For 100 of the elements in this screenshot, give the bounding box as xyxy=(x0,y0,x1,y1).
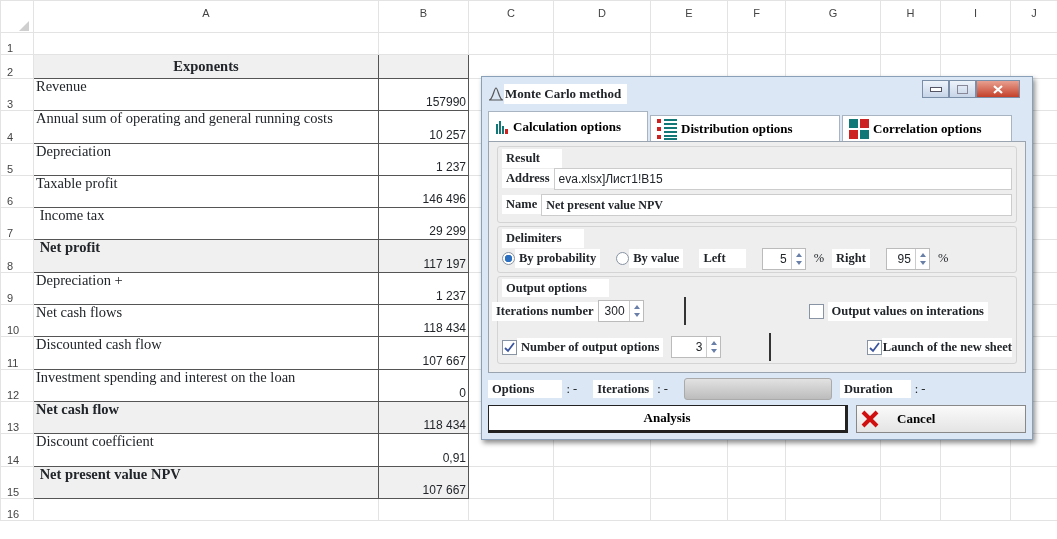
grid-squares-icon xyxy=(849,118,869,139)
column-header[interactable]: C xyxy=(468,0,554,33)
row-header[interactable]: 13 xyxy=(0,401,34,434)
table-cell: Taxable profit xyxy=(36,176,118,191)
number-spinner[interactable]: 5 xyxy=(761,247,806,270)
table-cell-text: Net profit xyxy=(38,241,101,256)
row-header[interactable]: 3 xyxy=(0,78,34,111)
column-header[interactable]: G xyxy=(785,0,881,33)
checkbox[interactable] xyxy=(808,303,824,319)
group-title: Output options xyxy=(502,278,609,298)
text-field[interactable]: Net present value NPV xyxy=(541,193,1012,216)
row-header[interactable]: 12 xyxy=(0,369,34,402)
table-cell: 107 667 xyxy=(422,482,466,497)
radio-label[interactable]: By value xyxy=(629,249,684,268)
spinner-arrows-icon[interactable] xyxy=(790,248,805,269)
row-header[interactable]: 8 xyxy=(0,240,34,273)
column-header[interactable]: F xyxy=(727,0,786,33)
row-header[interactable]: 5 xyxy=(0,143,34,176)
row-header[interactable]: 11 xyxy=(0,336,34,370)
table-cell: 118 434 xyxy=(423,321,466,336)
table-cell: 107 667 xyxy=(422,353,466,368)
row-header[interactable]: 1 xyxy=(0,32,34,55)
checkmark-icon xyxy=(504,341,515,353)
table-cell: 146 496 xyxy=(422,192,466,207)
row-header[interactable]: 4 xyxy=(0,110,34,144)
analysis-button[interactable]: Analysis xyxy=(488,405,848,433)
row-header[interactable]: 7 xyxy=(0,207,34,240)
table-cell: 1 237 xyxy=(435,159,466,174)
table-cell: Depreciation + xyxy=(36,273,123,288)
status-label: Options xyxy=(488,379,563,399)
table-cell: Discount coefficient xyxy=(36,434,154,450)
tab[interactable]: Calculation options xyxy=(488,111,648,141)
table-cell: Net cash flow xyxy=(36,402,119,417)
table-cell: Net cash flows xyxy=(36,305,123,321)
number-spinner[interactable]: 95 xyxy=(885,247,930,270)
checkbox-label[interactable]: Launch of the new sheet xyxy=(881,337,1012,357)
list-icon xyxy=(657,117,677,140)
table-cell: 29 299 xyxy=(429,224,466,239)
table-cell: Exponents xyxy=(33,54,379,79)
table-cell: 1 237 xyxy=(435,289,466,304)
cancel-button[interactable]: Cancel xyxy=(856,405,1026,433)
cross-icon xyxy=(861,410,879,428)
column-header[interactable]: J xyxy=(1010,0,1057,33)
text-field[interactable]: eva.xlsx]Лист1!B15 xyxy=(553,167,1012,190)
table-cell: 117 197 xyxy=(423,256,466,271)
column-header[interactable]: A xyxy=(33,0,379,33)
unit-label: % xyxy=(937,250,949,268)
maximize-icon xyxy=(957,84,968,94)
row-header[interactable]: 6 xyxy=(0,175,34,208)
row-header[interactable]: 2 xyxy=(0,54,34,79)
window-title: Monte Carlo method xyxy=(504,84,628,104)
checkbox-label[interactable]: Output values on interations xyxy=(827,301,988,321)
column-header[interactable]: B xyxy=(378,0,469,33)
table-cell: Annual sum of operating and general running costs xyxy=(36,111,333,127)
row-header[interactable]: 14 xyxy=(0,433,34,467)
row-header[interactable]: 15 xyxy=(0,466,34,499)
group-title: Result xyxy=(502,149,563,168)
number-spinner[interactable]: 300 xyxy=(597,300,644,323)
radio-button[interactable] xyxy=(502,252,515,265)
close-icon xyxy=(993,84,1003,94)
table-cell: Discounted cash flow xyxy=(36,337,162,353)
minimize-button[interactable] xyxy=(922,80,949,98)
minimize-icon xyxy=(929,86,942,92)
row-header[interactable]: 9 xyxy=(0,272,34,305)
field-label: Name xyxy=(502,195,542,215)
table-cell: 118 434 xyxy=(423,418,466,433)
close-button[interactable] xyxy=(976,80,1020,98)
checkbox-label[interactable]: Number of output options xyxy=(517,337,664,357)
spinner-arrows-icon[interactable] xyxy=(914,248,929,269)
field-label: Address xyxy=(502,169,554,189)
checkbox[interactable] xyxy=(866,339,882,355)
group-title: Delimiters xyxy=(502,228,584,248)
checkbox[interactable] xyxy=(502,339,517,355)
column-header[interactable]: I xyxy=(940,0,1011,33)
table-cell: Revenue xyxy=(36,79,87,94)
spinner-arrows-icon[interactable] xyxy=(628,301,643,322)
row-header[interactable]: 10 xyxy=(0,304,34,337)
checkmark-icon xyxy=(868,341,880,353)
status-label: Iterations xyxy=(593,379,654,399)
radio-button[interactable] xyxy=(616,252,630,265)
field-label: Left xyxy=(699,249,746,268)
tab[interactable]: Distribution options xyxy=(650,115,840,141)
table-cell: Depreciation xyxy=(36,144,111,159)
table-cell-text: Income tax xyxy=(38,208,105,224)
unit-label: % xyxy=(813,250,825,268)
column-header[interactable]: D xyxy=(553,0,651,33)
table-cell: 0 xyxy=(459,385,466,400)
tab[interactable]: Correlation options xyxy=(842,115,1012,141)
number-spinner[interactable]: 3 xyxy=(671,336,722,359)
maximize-button[interactable] xyxy=(949,80,976,98)
field-label: Iterations number xyxy=(492,301,598,321)
field-label: Right xyxy=(832,249,870,268)
column-header[interactable]: E xyxy=(650,0,728,33)
status-label: Duration xyxy=(840,379,911,399)
table-cell-text: Net present value NPV xyxy=(38,467,181,482)
column-header[interactable]: H xyxy=(880,0,941,33)
bell-curve-icon xyxy=(488,87,504,101)
radio-label[interactable]: By probability xyxy=(515,249,601,268)
table-cell: 0,91 xyxy=(442,450,466,465)
row-header[interactable]: 16 xyxy=(0,498,34,521)
